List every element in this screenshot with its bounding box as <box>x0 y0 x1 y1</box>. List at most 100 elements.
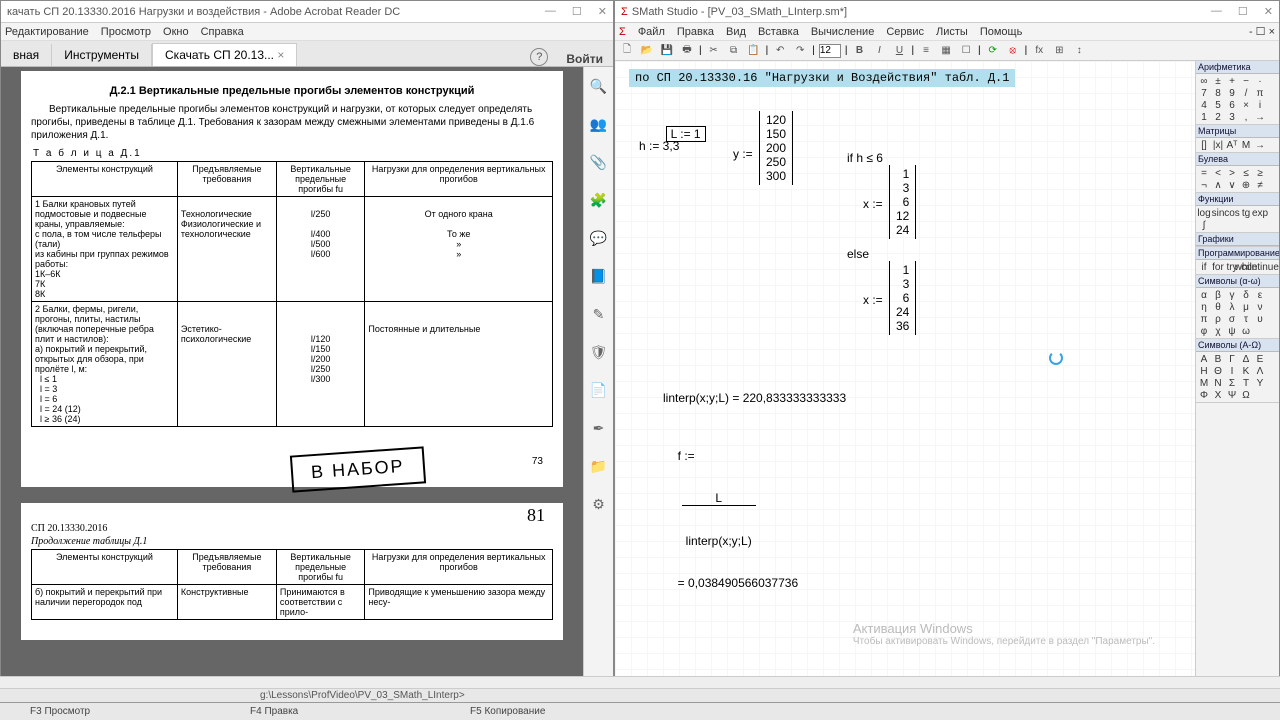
row2-col3: l/120 l/150 l/200 l/250 l/300 <box>276 302 365 427</box>
insert-icon[interactable]: ↕ <box>1071 43 1087 59</box>
palette-bool[interactable]: Булева <box>1196 153 1279 166</box>
border-icon[interactable]: ☐ <box>958 43 974 59</box>
handwritten-number: 81 <box>527 505 545 526</box>
f3-label[interactable]: F3 Просмотр <box>0 706 220 717</box>
adobe-max-icon[interactable]: ☐ <box>572 5 582 18</box>
print-icon[interactable]: 🖶 <box>679 43 695 59</box>
x-if-vector[interactable]: 1361224 <box>889 165 916 239</box>
palette-arith[interactable]: Арифметика <box>1196 61 1279 74</box>
adobe-title: качать СП 20.13330.2016 Нагрузки и возде… <box>7 6 545 18</box>
stop-icon[interactable]: ⦻ <box>1005 43 1021 59</box>
table-d1: Элементы конструкций Предъявляемые требо… <box>31 161 553 427</box>
menu-service[interactable]: Сервис <box>886 26 924 38</box>
document-code: СП 20.13330.2016 <box>31 523 553 534</box>
unit-icon[interactable]: ⊞ <box>1051 43 1067 59</box>
tab-document[interactable]: Скачать СП 20.13... × <box>152 43 297 66</box>
grid-icon[interactable]: ▦ <box>938 43 954 59</box>
mdi-close-icon[interactable]: - ☐ × <box>1249 25 1275 38</box>
smath-doc-icon: Σ <box>619 26 626 38</box>
italic-icon[interactable]: I <box>871 43 887 59</box>
if-line[interactable]: if h ≤ 6 <box>847 151 883 165</box>
smath-window: Σ SMath Studio - [PV_03_SMath_LInterp.sm… <box>614 0 1280 710</box>
else-line[interactable]: else <box>847 247 869 261</box>
cut-icon[interactable]: ✂ <box>706 43 722 59</box>
x-label-if[interactable]: x := <box>863 197 883 211</box>
palette-mat[interactable]: Матрицы <box>1196 125 1279 138</box>
menu-insert[interactable]: Вставка <box>758 26 799 38</box>
menu-file[interactable]: Файл <box>638 26 665 38</box>
undo-icon[interactable]: ↶ <box>772 43 788 59</box>
x-else-vector[interactable]: 1362436 <box>889 261 916 335</box>
f4-label[interactable]: F4 Правка <box>220 706 440 717</box>
row2-col4: Постоянные и длительные <box>365 302 553 427</box>
sign-icon[interactable]: ✒ <box>590 419 608 437</box>
bottom-scrollbar[interactable] <box>0 676 1280 688</box>
new-icon[interactable]: 🗋 <box>619 43 635 59</box>
x-label-else[interactable]: x := <box>863 293 883 307</box>
help-icon[interactable]: ? <box>530 48 548 66</box>
copy-icon[interactable]: ⧉ <box>726 43 742 59</box>
smath-canvas[interactable]: по СП 20.13330.16 "Нагрузки и Воздействи… <box>615 61 1195 695</box>
folder-icon[interactable]: 📁 <box>590 457 608 475</box>
login-button[interactable]: Войти <box>556 52 613 66</box>
save-icon[interactable]: 💾 <box>659 43 675 59</box>
menu-view2[interactable]: Вид <box>726 26 746 38</box>
bold-icon[interactable]: B <box>851 43 867 59</box>
recalc-icon[interactable]: ⟳ <box>985 43 1001 59</box>
close-tab-icon[interactable]: × <box>277 48 284 62</box>
loading-cursor-icon <box>1049 351 1063 365</box>
menu-calc[interactable]: Вычисление <box>811 26 875 38</box>
menu-window[interactable]: Окно <box>163 26 189 38</box>
tab-tools[interactable]: Инструменты <box>52 44 152 66</box>
menu-help[interactable]: Справка <box>201 26 244 38</box>
people-icon[interactable]: 👥 <box>590 115 608 133</box>
shield-icon[interactable]: 🛡 <box>590 343 608 361</box>
tab-home[interactable]: вная <box>1 44 52 66</box>
palette-prog[interactable]: Программирование <box>1196 247 1279 260</box>
f-definition[interactable]: f := L linterp(x;y;L) = 0,03849056603773… <box>651 435 798 604</box>
align-left-icon[interactable]: ≡ <box>918 43 934 59</box>
palette-syml[interactable]: Символы (A-Ω) <box>1196 339 1279 352</box>
smath-app-icon: Σ <box>621 6 628 18</box>
palette-func[interactable]: Функции <box>1196 193 1279 206</box>
palette-plot[interactable]: Графики <box>1196 233 1279 246</box>
y-label[interactable]: y := <box>733 147 753 161</box>
menu-edit2[interactable]: Правка <box>677 26 714 38</box>
adobe-titlebar: качать СП 20.13330.2016 Нагрузки и возде… <box>1 1 613 23</box>
palette-symg[interactable]: Символы (α-ω) <box>1196 275 1279 288</box>
adobe-close-icon[interactable]: ✕ <box>598 5 607 18</box>
menu-view[interactable]: Просмотр <box>101 26 151 38</box>
linterp-result[interactable]: linterp(x;y;L) = 220,833333333333 <box>663 391 846 405</box>
menu-edit[interactable]: Редактирование <box>5 26 89 38</box>
protect-icon[interactable]: 📘 <box>590 267 608 285</box>
attachment-icon[interactable]: 📎 <box>590 153 608 171</box>
redo-icon[interactable]: ↷ <box>792 43 808 59</box>
section-intro: Вертикальные предельные прогибы элементо… <box>31 103 553 142</box>
y-vector[interactable]: 120150200250300 <box>759 111 793 185</box>
paste-icon[interactable]: 📋 <box>746 43 762 59</box>
comment-icon[interactable]: 💬 <box>590 229 608 247</box>
f5-label[interactable]: F5 Копирование <box>440 706 660 717</box>
layers-icon[interactable]: 🧩 <box>590 191 608 209</box>
h-definition[interactable]: h := 3,3 <box>639 139 679 153</box>
adobe-menubar: Редактирование Просмотр Окно Справка <box>1 23 613 41</box>
adobe-min-icon[interactable]: — <box>545 5 556 18</box>
underline-icon[interactable]: U <box>891 43 907 59</box>
search-icon[interactable]: 🔍 <box>590 77 608 95</box>
smath-close-icon[interactable]: ✕ <box>1264 5 1273 18</box>
adobe-page-viewport[interactable]: Д.2.1 Вертикальные предельные прогибы эл… <box>1 67 583 695</box>
open-icon[interactable]: 📂 <box>639 43 655 59</box>
menu-sheets[interactable]: Листы <box>936 26 968 38</box>
pdf-icon[interactable]: 📄 <box>590 381 608 399</box>
edit-icon[interactable]: ✎ <box>590 305 608 323</box>
fx-icon[interactable]: fx <box>1031 43 1047 59</box>
smath-max-icon[interactable]: ☐ <box>1238 5 1248 18</box>
smath-min-icon[interactable]: — <box>1211 5 1222 18</box>
organize-icon[interactable]: ⚙ <box>590 495 608 513</box>
menu-help2[interactable]: Помощь <box>980 26 1023 38</box>
section-heading: Д.2.1 Вертикальные предельные прогибы эл… <box>31 85 553 97</box>
stamp: В НАБОР <box>290 446 426 492</box>
row2-col1: 2 Балки, фермы, ригели, прогоны, плиты, … <box>32 302 178 427</box>
row1-col2: Технологические Физиологические и технол… <box>177 197 276 302</box>
fontsize-input[interactable] <box>819 44 841 58</box>
